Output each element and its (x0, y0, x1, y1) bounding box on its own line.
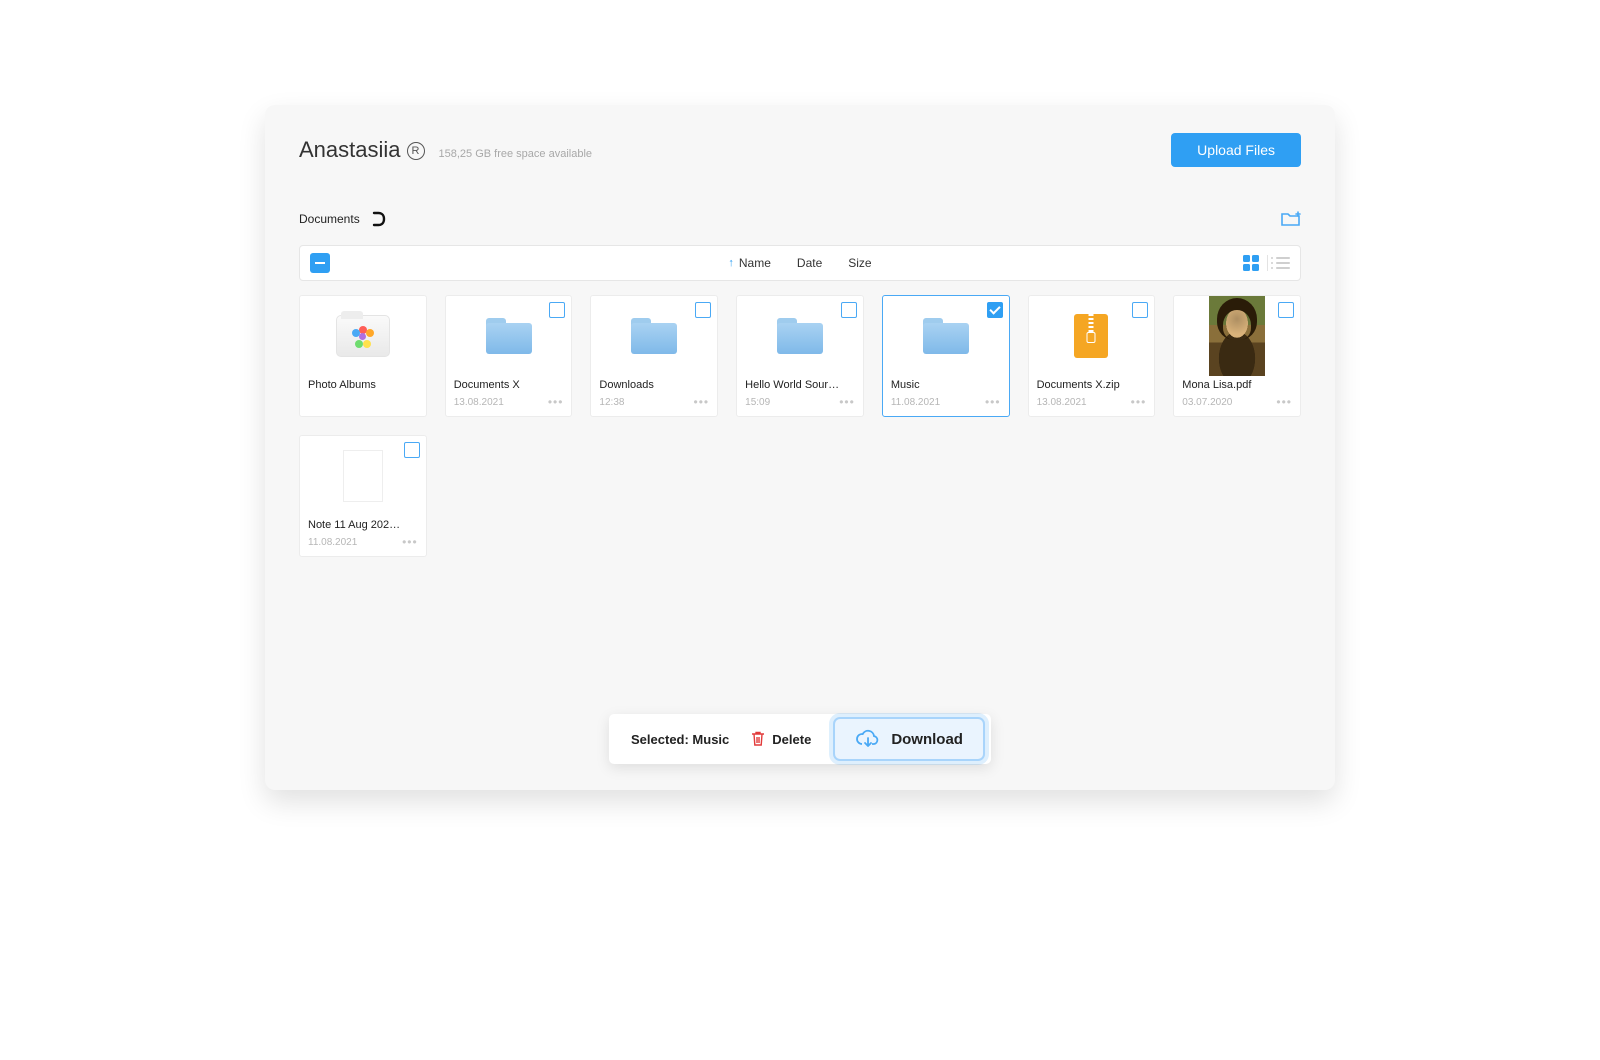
note-file-icon (343, 450, 383, 502)
tile-thumbnail (300, 296, 426, 376)
file-tile[interactable]: Photo Albums••• (299, 295, 427, 417)
tile-more-icon[interactable]: ••• (1131, 399, 1147, 405)
file-tile[interactable]: Note 11 Aug 202… 11.08.2021 ••• (299, 435, 427, 557)
tile-name: Photo Albums (300, 376, 426, 394)
sort-name-label: Name (739, 256, 771, 270)
breadcrumb-label: Documents (299, 212, 360, 226)
breadcrumb-row: Documents (299, 211, 1301, 227)
selection-action-bar: Selected: Music Delete Download (609, 714, 991, 764)
tile-name: Documents X (446, 376, 572, 394)
tile-meta: 11.08.2021 ••• (300, 534, 426, 554)
tile-meta: 13.08.2021 ••• (1029, 394, 1155, 414)
sort-size-label: Size (848, 256, 871, 270)
file-tile[interactable]: Downloads 12:38 ••• (590, 295, 718, 417)
tile-checkbox[interactable] (1278, 302, 1294, 318)
file-tile[interactable]: Hello World Sour… 15:09 ••• (736, 295, 864, 417)
delete-button[interactable]: Delete (751, 731, 811, 747)
tile-checkbox[interactable] (841, 302, 857, 318)
photos-folder-icon (336, 315, 390, 357)
tile-more-icon[interactable]: ••• (1276, 399, 1292, 405)
file-tile[interactable]: Music 11.08.2021 ••• (882, 295, 1010, 417)
upload-files-button[interactable]: Upload Files (1171, 133, 1301, 167)
tile-more-icon[interactable]: ••• (402, 539, 418, 545)
tile-checkbox[interactable] (695, 302, 711, 318)
cloud-download-icon (855, 729, 881, 749)
file-manager-panel: Anastasiia R 158,25 GB free space availa… (265, 105, 1335, 790)
tile-name: Mona Lisa.pdf (1174, 376, 1300, 394)
breadcrumb[interactable]: Documents (299, 211, 386, 227)
sort-date-label: Date (797, 256, 822, 270)
tile-name: Downloads (591, 376, 717, 394)
list-view-icon[interactable] (1276, 257, 1290, 269)
tile-more-icon[interactable]: ••• (694, 399, 710, 405)
sort-by-date[interactable]: Date (797, 256, 822, 270)
delete-label: Delete (772, 732, 811, 747)
sort-controls: ↑ Name Date Size (728, 256, 871, 270)
registered-mark-icon: R (407, 142, 425, 160)
tile-date: 13.08.2021 (1037, 397, 1087, 408)
file-grid: Photo Albums•••Documents X13.08.2021•••D… (299, 295, 1301, 557)
new-folder-icon[interactable] (1281, 211, 1301, 227)
tile-date: 11.08.2021 (308, 537, 357, 548)
tile-date: 03.07.2020 (1182, 397, 1232, 408)
sort-by-size[interactable]: Size (848, 256, 871, 270)
selected-label: Selected: Music (631, 732, 729, 747)
user-name-text: Anastasiia (299, 137, 401, 163)
folder-icon (923, 318, 969, 354)
tile-name: Documents X.zip (1029, 376, 1155, 394)
tile-more-icon[interactable]: ••• (548, 399, 564, 405)
toolbar: ↑ Name Date Size (299, 245, 1301, 281)
zip-file-icon (1074, 314, 1108, 358)
tile-more-icon[interactable]: ••• (985, 399, 1001, 405)
sort-by-name[interactable]: ↑ Name (728, 256, 771, 270)
download-label: Download (891, 731, 963, 748)
file-tile[interactable]: Mona Lisa.pdf 03.07.2020 ••• (1173, 295, 1301, 417)
sort-ascending-icon: ↑ (728, 257, 734, 269)
file-tile[interactable]: Documents X.zip 13.08.2021 ••• (1028, 295, 1156, 417)
image-thumbnail (1209, 296, 1265, 376)
file-tile[interactable]: Documents X 13.08.2021 ••• (445, 295, 573, 417)
tile-meta: 11.08.2021 ••• (883, 394, 1009, 414)
tile-checkbox[interactable] (404, 442, 420, 458)
tile-name: Hello World Sour… (737, 376, 863, 394)
user-name: Anastasiia R (299, 137, 425, 163)
tile-name: Note 11 Aug 202… (300, 516, 426, 534)
user-block: Anastasiia R 158,25 GB free space availa… (299, 137, 592, 163)
folder-icon (777, 318, 823, 354)
tile-meta: 13.08.2021 ••• (446, 394, 572, 414)
tile-checkbox[interactable] (987, 302, 1003, 318)
tile-more-icon[interactable]: ••• (839, 399, 855, 405)
view-divider (1267, 255, 1268, 271)
tile-date: 11.08.2021 (891, 397, 940, 408)
tile-date: 12:38 (599, 397, 624, 408)
tile-meta: 15:09 ••• (737, 394, 863, 414)
free-space-label: 158,25 GB free space available (439, 148, 593, 160)
folder-icon (486, 318, 532, 354)
grid-view-icon[interactable] (1243, 255, 1259, 271)
tile-date: 13.08.2021 (454, 397, 504, 408)
trash-icon (751, 731, 765, 747)
tile-meta: 12:38 ••• (591, 394, 717, 414)
folder-icon (631, 318, 677, 354)
tile-name: Music (883, 376, 1009, 394)
tile-date: 15:09 (745, 397, 770, 408)
tile-checkbox[interactable] (549, 302, 565, 318)
breadcrumb-app-icon (370, 211, 386, 227)
tile-checkbox[interactable] (1132, 302, 1148, 318)
header-row: Anastasiia R 158,25 GB free space availa… (299, 133, 1301, 167)
download-button[interactable]: Download (833, 717, 985, 761)
tile-meta: 03.07.2020 ••• (1174, 394, 1300, 414)
select-all-toggle[interactable] (310, 253, 330, 273)
view-toggle (1243, 255, 1290, 271)
